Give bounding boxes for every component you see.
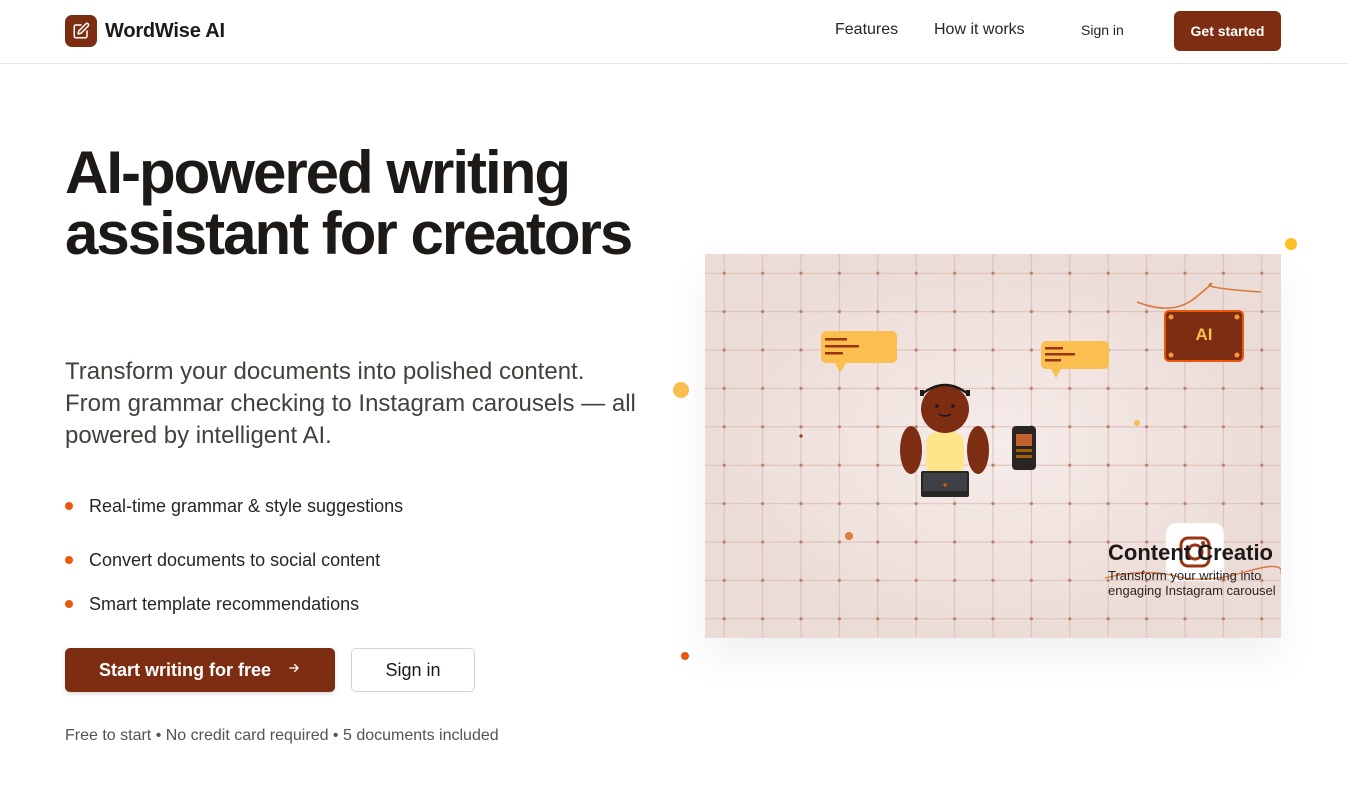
nav-features-link[interactable]: Features xyxy=(835,21,898,39)
hero-illustration: AI Content Creatio Transform your writin… xyxy=(705,254,1281,638)
hero-title: AI-powered writing assistant for creator… xyxy=(65,139,633,267)
bullet-dot-icon xyxy=(65,600,73,608)
feature-item: Convert documents to social content xyxy=(65,538,403,582)
hero-subtitle: Transform your documents into polished c… xyxy=(65,358,636,449)
feature-label: Smart template recommendations xyxy=(89,593,360,614)
phone-icon xyxy=(1012,426,1036,470)
brand-name: WordWise AI xyxy=(105,19,225,42)
decor-dot xyxy=(681,652,689,660)
bullet-dot-icon xyxy=(65,556,73,564)
decor-dot xyxy=(673,382,689,398)
edit-icon xyxy=(65,15,97,47)
feature-item: Smart template recommendations xyxy=(65,582,403,626)
bullet-dot-icon xyxy=(65,502,73,510)
feature-label: Convert documents to social content xyxy=(89,549,381,570)
brand-logo[interactable]: WordWise AI xyxy=(65,15,225,47)
nav-how-it-works-link[interactable]: How it works xyxy=(934,21,1025,39)
header-sign-in-link[interactable]: Sign in xyxy=(1081,22,1124,38)
content-creation-title: Content Creatio xyxy=(1108,540,1273,565)
content-creation-description: Transform your writing into engaging Ins… xyxy=(1108,568,1276,598)
feature-label: Real-time grammar & style suggestions xyxy=(89,495,404,516)
feature-list: Real-time grammar & style suggestions Co… xyxy=(65,494,403,626)
get-started-button[interactable]: Get started xyxy=(1174,11,1281,51)
decor-dot xyxy=(1285,238,1297,250)
start-writing-button[interactable]: Start writing for free xyxy=(65,648,335,692)
hero-sign-in-button[interactable]: Sign in xyxy=(351,648,475,692)
site-header: WordWise AI Features How it works Sign i… xyxy=(0,0,1348,64)
start-writing-label: Start writing for free xyxy=(98,659,272,680)
svg-text:AI: AI xyxy=(1196,325,1213,344)
fine-print: Free to start • No credit card required … xyxy=(65,727,499,744)
ai-chip-icon: AI xyxy=(1164,310,1244,362)
feature-item: Real-time grammar & style suggestions xyxy=(65,494,403,518)
arrow-right-icon xyxy=(287,661,301,680)
